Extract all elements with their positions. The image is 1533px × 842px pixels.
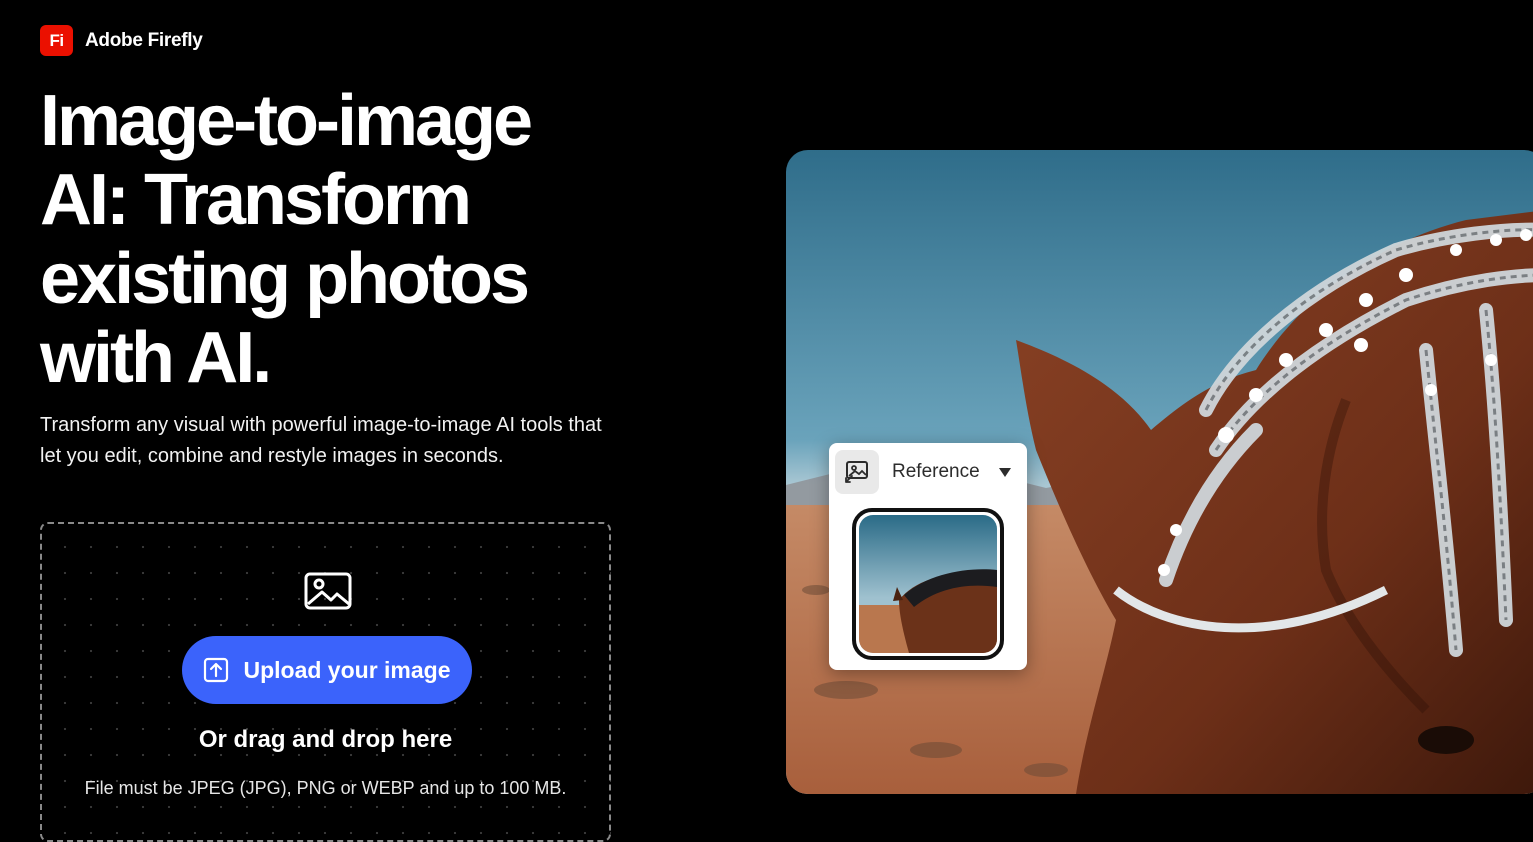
- reference-image-icon: [835, 450, 879, 494]
- drag-drop-text: Or drag and drop here: [198, 726, 453, 753]
- page-subtitle: Transform any visual with powerful image…: [40, 414, 602, 467]
- upload-icon: [204, 657, 229, 683]
- brand[interactable]: Fi Adobe Firefly: [40, 25, 203, 56]
- upload-button-label: Upload your image: [243, 656, 451, 683]
- file-requirements-note: File must be JPEG (JPG), PNG or WEBP and…: [84, 778, 567, 798]
- reference-card[interactable]: Reference: [829, 443, 1027, 670]
- reference-dropdown[interactable]: Reference: [835, 450, 1017, 494]
- reference-thumbnail[interactable]: [852, 508, 1004, 660]
- image-icon: [304, 572, 352, 610]
- upload-image-button[interactable]: Upload your image: [182, 636, 472, 704]
- firefly-logo-icon: Fi: [40, 25, 73, 56]
- page-title: Image-to-image AI: Transform existing ph…: [40, 81, 533, 398]
- caret-down-icon: [999, 467, 1011, 477]
- upload-dropzone[interactable]: Upload your image Or drag and drop here …: [40, 522, 611, 842]
- reference-label: Reference: [892, 461, 980, 482]
- brand-name: Adobe Firefly: [85, 29, 203, 51]
